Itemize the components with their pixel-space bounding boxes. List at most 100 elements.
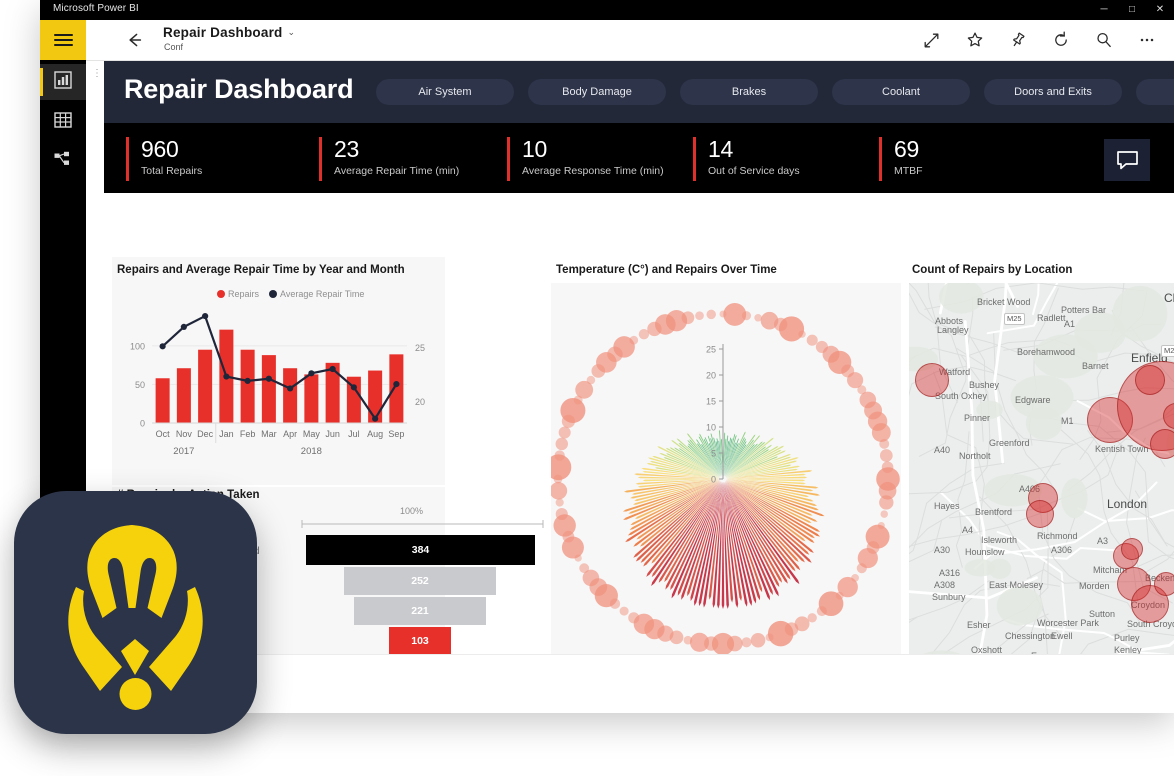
temperature-radial-plot[interactable]: 0 5 10 15 20 25: [551, 283, 901, 685]
hamburger-icon[interactable]: [40, 20, 86, 60]
map-bubble[interactable]: [1026, 500, 1054, 528]
kpi-label: Average Repair Time (min): [334, 165, 460, 177]
kpi-average-response-time[interactable]: 10 Average Response Time (min): [507, 137, 712, 181]
chevron-down-icon[interactable]: ⌄: [287, 27, 295, 37]
svg-text:Jul: Jul: [348, 429, 360, 439]
map-label: Bushey: [969, 380, 1000, 390]
map-label: A3: [1097, 536, 1109, 546]
nav-pill-body-damage[interactable]: Body Damage: [528, 79, 666, 105]
back-arrow-icon[interactable]: [124, 30, 144, 50]
map-label: Esher: [967, 620, 991, 630]
comment-icon[interactable]: [1104, 139, 1150, 181]
map-label: Langley: [937, 325, 969, 335]
map-bubble[interactable]: [1121, 538, 1143, 560]
close-button[interactable]: ✕: [1146, 0, 1174, 20]
kpi-out-of-service-days[interactable]: 14 Out of Service days: [693, 137, 878, 181]
kpi-mtbf[interactable]: 69 MTBF: [879, 137, 1044, 181]
nav-pill-brakes[interactable]: Brakes: [680, 79, 818, 105]
legend-label: Average Repair Time: [280, 289, 365, 299]
kpi-total-repairs[interactable]: 960 Total Repairs: [126, 137, 326, 181]
relationships-icon: [54, 151, 72, 174]
kpi-value: 23: [334, 136, 359, 162]
map-label: Borehamwood: [1017, 347, 1076, 357]
page-tab-handle-icon[interactable]: ⋮: [92, 69, 102, 79]
minimize-button[interactable]: ─: [1090, 0, 1118, 20]
kpi-value: 69: [894, 136, 919, 162]
funnel-bar-2[interactable]: 252: [344, 567, 496, 595]
map-label: Northolt: [959, 451, 991, 461]
map-label: Hayes: [934, 501, 960, 511]
map-bubble[interactable]: [915, 363, 949, 397]
map-label: A308: [934, 580, 956, 590]
svg-text:May: May: [303, 429, 321, 439]
pin-icon[interactable]: [996, 20, 1039, 60]
sidebar-item-report-view[interactable]: [40, 64, 86, 100]
nav-pill-coolant[interactable]: Coolant: [832, 79, 970, 105]
nav-pill-doors-and-exits[interactable]: Doors and Exits: [984, 79, 1122, 105]
page-title[interactable]: Repair Dashboard ⌄: [163, 25, 295, 40]
command-bar: Repair Dashboard ⌄ Conf: [86, 20, 1174, 60]
repairs-combo-plot[interactable]: 0 50 100 20 25 Oct Nov Dec Jan Feb Mar Apr May Jun Jul…: [112, 303, 445, 463]
fullscreen-icon[interactable]: [910, 20, 953, 60]
map-label: East Molesey: [989, 580, 1044, 590]
map-label: London: [1107, 497, 1148, 511]
map-label: Radlett: [1037, 313, 1066, 323]
map-label: Sunbury: [932, 592, 966, 602]
search-icon[interactable]: [1082, 20, 1125, 60]
page-title-text: Repair Dashboard: [163, 25, 283, 40]
tile-title-temperature-radial: Temperature (C°) and Repairs Over Time: [556, 264, 777, 276]
map-label: A306: [1051, 545, 1073, 555]
window-title-bar: Microsoft Power BI ─ □ ✕: [40, 0, 1174, 20]
svg-text:Oct: Oct: [156, 429, 171, 439]
kpi-label: Out of Service days: [708, 165, 800, 177]
favorite-star-icon[interactable]: [953, 20, 996, 60]
tile-title-repairs-combo: Repairs and Average Repair Time by Year …: [117, 264, 405, 276]
map-road-shield: M25: [1161, 345, 1174, 357]
funnel-bar-4[interactable]: 103: [389, 627, 451, 655]
selection-indicator: [40, 68, 43, 96]
refresh-icon[interactable]: [1039, 20, 1082, 60]
kpi-band: 960 Total Repairs 23 Average Repair Time…: [104, 123, 1174, 193]
svg-text:50: 50: [135, 380, 145, 390]
map-label: Brentford: [975, 507, 1013, 517]
nav-pill-air-system[interactable]: Air System: [376, 79, 514, 105]
svg-text:0: 0: [140, 419, 145, 429]
legend-swatch-icon: [269, 290, 278, 298]
map-label: Potters Bar: [1061, 305, 1107, 315]
svg-text:0: 0: [711, 475, 716, 485]
map-label: Ewell: [1051, 631, 1073, 641]
map-bubble[interactable]: [1150, 429, 1174, 459]
map-road-shield: M25: [1004, 313, 1025, 325]
map-bubble[interactable]: [1135, 365, 1165, 395]
tile-title-repairs-by-location: Count of Repairs by Location: [912, 264, 1073, 276]
legend-item-repairs[interactable]: Repairs: [217, 289, 259, 299]
map-label: M1: [1061, 416, 1074, 426]
map-label: Barnet: [1082, 361, 1109, 371]
map-label: Worcester Park: [1037, 618, 1099, 628]
map-label: Morden: [1079, 581, 1110, 591]
svg-text:5: 5: [711, 449, 716, 459]
funnel-bar-3[interactable]: 221: [354, 597, 486, 625]
funnel-top-percent: 100%: [400, 506, 424, 516]
map-bubble[interactable]: [1154, 572, 1174, 596]
more-options-icon[interactable]: [1125, 20, 1168, 60]
svg-text:25: 25: [415, 343, 425, 353]
tile-repairs-by-location[interactable]: Bricket WoodPotters BarCheshuntWalthamAb…: [909, 283, 1174, 685]
funnel-bar-1[interactable]: 384: [306, 535, 535, 565]
nav-pill-engine[interactable]: Engine: [1136, 79, 1174, 105]
kpi-label: Average Response Time (min): [522, 165, 664, 177]
kpi-average-repair-time[interactable]: 23 Average Repair Time (min): [319, 137, 514, 181]
legend-item-average-repair-time[interactable]: Average Repair Time: [269, 289, 364, 299]
svg-text:Mar: Mar: [261, 429, 277, 439]
dashboard-nav-pills: Air System Body Damage Brakes Coolant Do…: [376, 79, 1174, 105]
sidebar-item-model-view[interactable]: [40, 144, 86, 180]
command-bar-actions: [910, 20, 1168, 60]
app-title: Microsoft Power BI: [53, 3, 139, 14]
svg-text:Apr: Apr: [283, 429, 297, 439]
kpi-value: 960: [141, 136, 179, 162]
sidebar-item-data-view[interactable]: [40, 104, 86, 140]
svg-text:100: 100: [130, 341, 145, 351]
svg-text:Sep: Sep: [388, 429, 404, 439]
map-label: Chessington: [1005, 631, 1056, 641]
maximize-button[interactable]: □: [1118, 0, 1146, 20]
